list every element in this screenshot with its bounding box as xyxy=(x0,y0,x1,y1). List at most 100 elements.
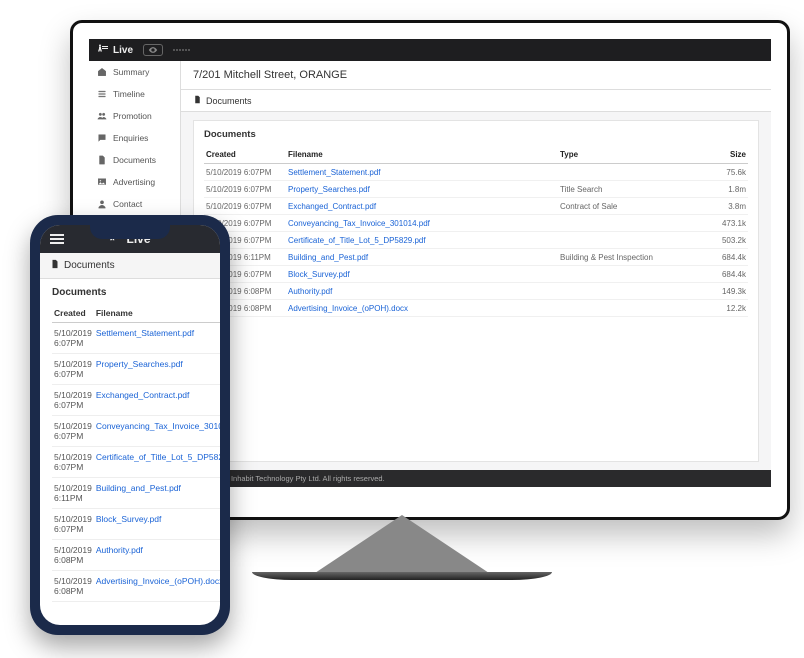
file-link[interactable]: Certificate_of_Title_Lot_5_DP5829.pdf xyxy=(288,236,426,245)
brand-label: Live xyxy=(113,45,133,56)
file-link[interactable]: Authority.pdf xyxy=(288,287,332,296)
table-row: 5/10/2019 6:08PMAuthority.pdf149.3k xyxy=(204,283,748,300)
file-link[interactable]: Exchanged_Contract.pdf xyxy=(96,390,190,400)
cell-type xyxy=(558,300,698,317)
col-size: Size xyxy=(698,146,748,164)
table-row: 5/10/20196:07PMExchanged_Contract.pdf xyxy=(52,385,220,416)
cell-filename: Property_Searches.pdf xyxy=(94,354,220,385)
cell-filename: Authority.pdf xyxy=(94,540,220,571)
table-row: 5/10/2019 6:07PMCertificate_of_Title_Lot… xyxy=(204,232,748,249)
file-link[interactable]: Authority.pdf xyxy=(96,545,143,555)
picture-icon xyxy=(97,177,107,187)
section-bar: Documents xyxy=(181,90,771,112)
sidebar-item-summary[interactable]: Summary xyxy=(89,61,180,83)
sidebar-item-label: Documents xyxy=(113,155,156,165)
sidebar-item-timeline[interactable]: Timeline xyxy=(89,83,180,105)
cell-created: 5/10/2019 6:07PM xyxy=(204,198,286,215)
cell-size: 75.6k xyxy=(698,164,748,181)
grid-icon[interactable] xyxy=(173,49,190,51)
sidebar-item-label: Advertising xyxy=(113,177,155,187)
cell-type xyxy=(558,164,698,181)
cell-filename: Conveyancing_Tax_Invoice_301014.pdf xyxy=(286,215,558,232)
app-brand: Live xyxy=(97,43,133,58)
cell-type xyxy=(558,232,698,249)
cell-size: 684.4k xyxy=(698,249,748,266)
table-row: 5/10/2019 6:07PMConveyancing_Tax_Invoice… xyxy=(204,215,748,232)
file-link[interactable]: Building_and_Pest.pdf xyxy=(288,253,368,262)
file-link[interactable]: Conveyancing_Tax_Invoice_301014.pdf xyxy=(288,219,430,228)
cell-type xyxy=(558,215,698,232)
file-link[interactable]: Settlement_Statement.pdf xyxy=(288,168,381,177)
hamburger-icon[interactable] xyxy=(50,234,64,244)
sidebar-item-promotion[interactable]: Promotion xyxy=(89,105,180,127)
file-link[interactable]: Building_and_Pest.pdf xyxy=(96,483,181,493)
sidebar-item-label: Promotion xyxy=(113,111,152,121)
phone-col-filename: Filename xyxy=(94,304,220,323)
table-row: 5/10/20196:08PMAuthority.pdf xyxy=(52,540,220,571)
file-link[interactable]: Block_Survey.pdf xyxy=(96,514,162,524)
cell-size: 3.8m xyxy=(698,198,748,215)
phone-body: Documents Created Filename 5/10/20196:07… xyxy=(40,279,220,625)
table-row: 5/10/20196:08PMAdvertising_Invoice_(oPOH… xyxy=(52,571,220,602)
cell-created: 5/10/20196:07PM xyxy=(52,354,94,385)
footer: 2014-2019 Inhabit Technology Pty Ltd. Al… xyxy=(181,470,771,487)
page-title: 7/201 Mitchell Street, ORANGE xyxy=(181,61,771,90)
cell-filename: Settlement_Statement.pdf xyxy=(94,323,220,354)
cell-type: Building & Pest Inspection xyxy=(558,249,698,266)
file-link[interactable]: Property_Searches.pdf xyxy=(96,359,183,369)
sidebar-item-label: Contact xyxy=(113,199,142,209)
cell-created: 5/10/2019 6:07PM xyxy=(204,181,286,198)
cell-type xyxy=(558,266,698,283)
phone-card-title: Documents xyxy=(52,287,208,298)
section-label: Documents xyxy=(206,96,252,106)
col-created: Created xyxy=(204,146,286,164)
comment-icon xyxy=(97,133,107,143)
cell-created: 5/10/20196:07PM xyxy=(52,416,94,447)
monitor-stand-base xyxy=(252,572,552,580)
cell-size: 149.3k xyxy=(698,283,748,300)
phone-notch xyxy=(90,225,170,239)
view-toggle[interactable] xyxy=(143,44,163,56)
table-row: 5/10/20196:07PMBlock_Survey.pdf xyxy=(52,509,220,540)
phone-documents-table: Created Filename 5/10/20196:07PMSettleme… xyxy=(52,304,220,602)
cell-filename: Settlement_Statement.pdf xyxy=(286,164,558,181)
cell-size: 473.1k xyxy=(698,215,748,232)
cell-filename: Advertising_Invoice_(oPOH).docx xyxy=(286,300,558,317)
file-icon xyxy=(50,259,60,272)
sidebar-item-label: Enquiries xyxy=(113,133,148,143)
sidebar-item-documents[interactable]: Documents xyxy=(89,149,180,171)
cell-type: Contract of Sale xyxy=(558,198,698,215)
cell-created: 5/10/20196:07PM xyxy=(52,323,94,354)
cell-filename: Block_Survey.pdf xyxy=(286,266,558,283)
phone-col-created: Created xyxy=(52,304,94,323)
topbar: Live xyxy=(89,39,771,61)
sidebar-item-advertising[interactable]: Advertising xyxy=(89,171,180,193)
file-link[interactable]: Advertising_Invoice_(oPOH).docx xyxy=(288,304,408,313)
sidebar-item-enquiries[interactable]: Enquiries xyxy=(89,127,180,149)
cell-created: 5/10/20196:07PM xyxy=(52,385,94,416)
file-link[interactable]: Exchanged_Contract.pdf xyxy=(288,202,376,211)
cell-filename: Building_and_Pest.pdf xyxy=(94,478,220,509)
table-row: 5/10/2019 6:08PMAdvertising_Invoice_(oPO… xyxy=(204,300,748,317)
home-icon xyxy=(97,67,107,77)
monitor-stand-neck xyxy=(312,515,492,575)
card-title: Documents xyxy=(204,129,748,140)
table-row: 5/10/20196:11PMBuilding_and_Pest.pdf xyxy=(52,478,220,509)
cell-filename: Certificate_of_Title_Lot_5_DP5829.p xyxy=(94,447,220,478)
documents-card: Documents Created Filename Type Size xyxy=(193,120,759,462)
cell-filename: Conveyancing_Tax_Invoice_301014. xyxy=(94,416,220,447)
list-icon xyxy=(97,89,107,99)
file-link[interactable]: Property_Searches.pdf xyxy=(288,185,370,194)
file-link[interactable]: Settlement_Statement.pdf xyxy=(96,328,194,338)
file-icon xyxy=(97,155,107,165)
file-link[interactable]: Block_Survey.pdf xyxy=(288,270,350,279)
file-link[interactable]: Certificate_of_Title_Lot_5_DP5829.p xyxy=(96,452,220,462)
file-link[interactable]: Advertising_Invoice_(oPOH).docx xyxy=(96,576,220,586)
phone-device: Live Documents Documents Created Filenam… xyxy=(30,215,230,635)
table-row: 5/10/20196:07PMCertificate_of_Title_Lot_… xyxy=(52,447,220,478)
sidebar-item-contact[interactable]: Contact xyxy=(89,193,180,215)
table-row: 5/10/2019 6:07PMExchanged_Contract.pdf Co… xyxy=(204,198,748,215)
file-link[interactable]: Conveyancing_Tax_Invoice_301014. xyxy=(96,421,220,431)
cell-created: 5/10/20196:08PM xyxy=(52,540,94,571)
cell-filename: Authority.pdf xyxy=(286,283,558,300)
